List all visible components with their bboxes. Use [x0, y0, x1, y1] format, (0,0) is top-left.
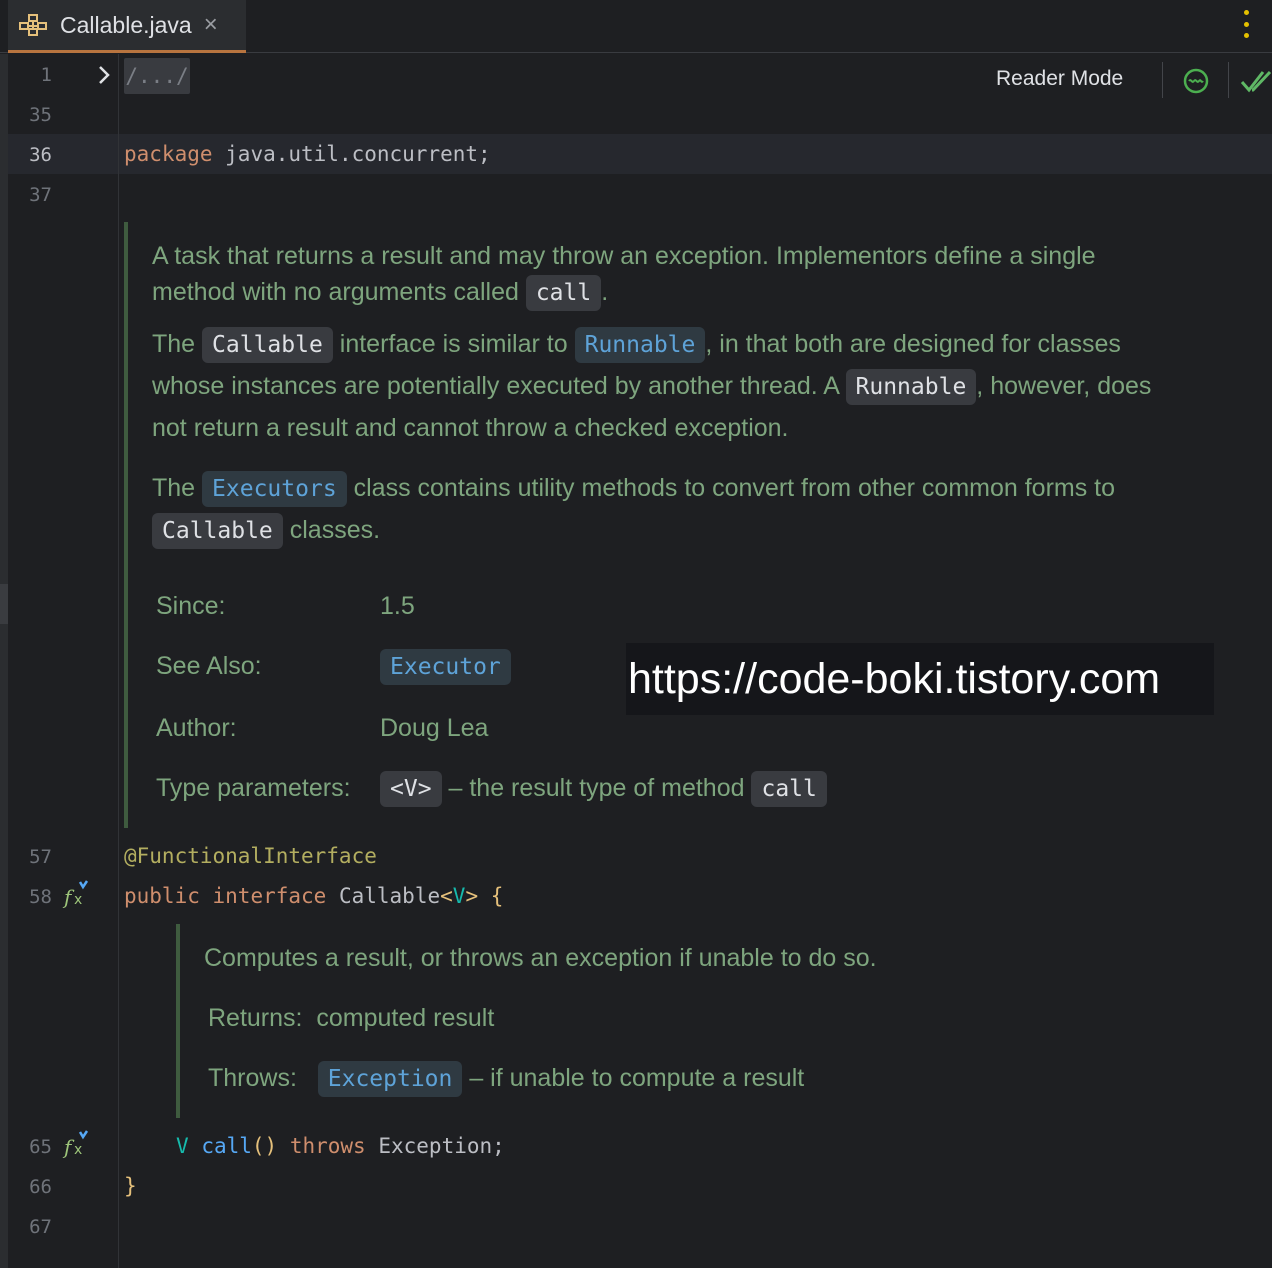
type-param: V [452, 884, 466, 908]
author-label: Author: [156, 714, 237, 742]
doc-text: method with no arguments called [152, 278, 519, 306]
exception-type: Exception; [378, 1134, 505, 1158]
code-line-annotation: @FunctionalInterface [124, 844, 377, 868]
doc-line: Callable classes. [152, 513, 380, 549]
see-also-label: See Also: [156, 652, 262, 680]
gutter-divider [118, 54, 119, 1268]
doc-line: method with no arguments called call. [152, 275, 608, 311]
returns-value: computed result [316, 1004, 495, 1032]
close-icon[interactable]: × [204, 13, 218, 37]
keyword: throws [289, 1134, 366, 1158]
ai-assistant-icon[interactable] [1181, 66, 1211, 96]
inspections-ok-icon[interactable] [1240, 66, 1272, 96]
doc-text: Computes a result, or throws an exceptio… [204, 944, 877, 972]
doc-text: – the result type of method [448, 774, 745, 802]
code-chip: call [525, 275, 602, 311]
code-line-package: package java.util.concurrent; [124, 142, 491, 166]
since-value: 1.5 [380, 592, 415, 620]
line-number: 1 [40, 64, 52, 86]
keyword: public [124, 884, 200, 908]
method-name: call [201, 1134, 252, 1158]
angle-bracket: > [465, 884, 479, 908]
chevron-right-icon[interactable] [93, 62, 115, 88]
tab-label: Callable.java [60, 11, 192, 38]
editor-tab-bar: Callable.java × [0, 0, 1272, 53]
more-options-icon[interactable] [1240, 10, 1252, 38]
svg-text:x: x [74, 1142, 82, 1158]
throws-desc: – if unable to compute a result [469, 1064, 805, 1092]
throws-line: Throws: Exception – if unable to compute… [208, 1061, 804, 1097]
angle-bracket: < [440, 884, 453, 908]
class-name: Callable [338, 884, 441, 908]
doc-text: not return a result and cannot throw a c… [152, 414, 789, 442]
doc-text: A task that returns a result and may thr… [152, 242, 1096, 270]
code-chip: Runnable [845, 369, 977, 405]
doc-text: . [601, 278, 609, 306]
link-runnable[interactable]: Runnable [574, 327, 706, 363]
parens: () [251, 1134, 278, 1158]
toolbar-separator [1162, 62, 1163, 98]
doc-text: The [152, 474, 196, 502]
code-line-method: V call() throws Exception; [176, 1134, 505, 1158]
line-number: 66 [29, 1176, 52, 1198]
annotation: @FunctionalInterface [124, 844, 377, 868]
brace: { [490, 884, 504, 908]
line-number: 37 [29, 184, 52, 206]
doc-line: whose instances are potentially executed… [152, 369, 1151, 405]
doc-text: whose instances are potentially executed… [152, 372, 839, 400]
left-strip [0, 54, 8, 1268]
doc-text: , however, does [976, 372, 1152, 400]
toolbar-separator [1228, 62, 1229, 98]
return-type: V [176, 1134, 189, 1158]
line-number: 57 [29, 846, 52, 868]
code-chip: <V> [380, 771, 442, 807]
doc-text: , in that both are designed for classes [705, 330, 1121, 358]
link-executor[interactable]: Executor [380, 649, 511, 685]
returns-line: Returns: computed result [208, 1004, 494, 1033]
brace: } [124, 1174, 137, 1198]
doc-line: The Executors class contains utility met… [152, 471, 1115, 507]
code-line-interface: public interface Callable<V> { [124, 884, 503, 908]
doc-line: The Callable interface is similar to Run… [152, 327, 1121, 363]
tab-callable-java[interactable]: Callable.java × [8, 0, 246, 53]
code-line-close: } [124, 1174, 137, 1198]
svg-text:x: x [74, 892, 82, 908]
doc-left-bar [124, 222, 128, 828]
functional-interface-icon[interactable]: fx [62, 880, 90, 908]
keyword: interface [212, 884, 327, 908]
type-params-value: <V> – the result type of method call [380, 771, 827, 807]
watermark-url: https://code-boki.tistory.com [626, 643, 1214, 715]
returns-label: Returns: [208, 1004, 303, 1032]
folded-comment-placeholder[interactable]: /.../ [124, 58, 190, 94]
doc-text: class contains utility methods to conver… [353, 474, 1116, 502]
doc-text: The [152, 330, 196, 358]
doc-left-bar [176, 924, 180, 1118]
author-value: Doug Lea [380, 714, 489, 742]
since-label: Since: [156, 592, 226, 620]
line-number: 58 [29, 886, 52, 908]
doc-text: classes. [289, 516, 381, 544]
class-structure-icon [18, 13, 48, 37]
link-exception[interactable]: Exception [317, 1061, 463, 1097]
throws-label: Throws: [208, 1064, 297, 1092]
line-number: 35 [29, 104, 52, 126]
reader-mode-button[interactable]: Reader Mode [996, 67, 1123, 91]
see-also-value: Executor [380, 649, 511, 685]
keyword: package [124, 142, 213, 166]
code-chip: Callable [152, 513, 283, 549]
link-executors[interactable]: Executors [202, 471, 347, 507]
package-name: java.util.concurrent; [212, 142, 491, 166]
doc-text: interface is similar to [339, 330, 568, 358]
type-params-label: Type parameters: [156, 774, 351, 802]
functional-interface-icon[interactable]: fx [62, 1130, 90, 1158]
line-number: 65 [29, 1136, 52, 1158]
code-chip: call [751, 771, 827, 807]
line-number: 67 [29, 1216, 52, 1238]
line-number: 36 [29, 144, 52, 166]
code-chip: Callable [202, 327, 333, 363]
